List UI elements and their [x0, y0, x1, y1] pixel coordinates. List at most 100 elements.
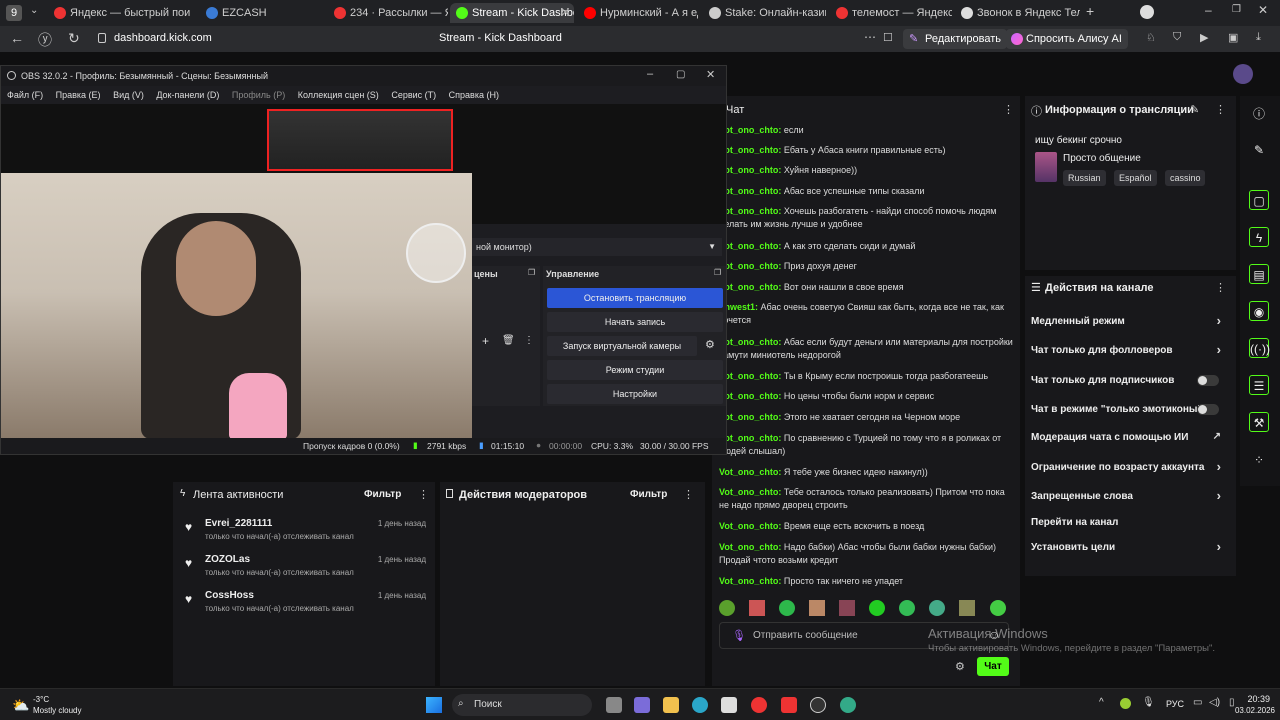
emote-icon[interactable] [929, 600, 945, 616]
obs-menu-edit[interactable]: Правка (E) [56, 90, 101, 100]
weather-icon[interactable]: ⛅ [12, 697, 29, 714]
chat-username[interactable]: Vot_ono_chto: [719, 371, 781, 381]
volume-icon[interactable]: ◁) [1209, 697, 1220, 708]
frame-icon[interactable]: ▢ [1249, 190, 1269, 210]
close-icon[interactable]: ✕ [1258, 3, 1268, 17]
info-icon[interactable]: ⓘ [1249, 104, 1269, 124]
teams-icon[interactable] [634, 697, 650, 713]
yandex-icon[interactable] [781, 697, 797, 713]
emote-icon[interactable] [899, 600, 915, 616]
moderator-menu-icon[interactable]: ⋮ [683, 488, 694, 501]
edge-icon[interactable] [692, 697, 708, 713]
chat-username[interactable]: Vot_ono_chto: [719, 125, 781, 135]
activity-username[interactable]: ZOZOLas [205, 554, 250, 565]
minimize-icon[interactable]: – [647, 68, 653, 80]
channel-action-item[interactable]: Чат только для подписчиков [1031, 375, 1231, 386]
url-field[interactable]: dashboard.kick.com [114, 32, 212, 44]
chat-username[interactable]: Vot_ono_chto: [719, 433, 781, 443]
apps-icon[interactable]: ⁘ [1249, 450, 1269, 470]
avatar[interactable] [1233, 64, 1253, 84]
list-icon[interactable]: ☰ [1249, 375, 1269, 395]
folder-icon[interactable] [663, 697, 679, 713]
browser-tab[interactable]: EZCASH [200, 3, 325, 23]
start-record-button[interactable]: Начать запись [547, 312, 723, 332]
chat-send-button[interactable]: Чат [977, 657, 1009, 676]
channel-action-item[interactable]: Чат только для фолловеров › [1031, 342, 1231, 357]
chat-username[interactable]: Vot_ono_chto: [719, 186, 781, 196]
virtual-cam-button[interactable]: Запуск виртуальной камеры [547, 336, 697, 356]
chat-bubble-icon[interactable]: ◉ [1249, 301, 1269, 321]
shield-icon[interactable]: ⛉ [1173, 31, 1181, 44]
channel-action-item[interactable]: Перейти на канал [1031, 517, 1231, 528]
chat-username[interactable]: Vot_ono_chto: [719, 521, 781, 531]
profile-icon[interactable] [1140, 5, 1154, 19]
maximize-icon[interactable]: ❐ [1232, 4, 1241, 15]
activity-menu-icon[interactable]: ⋮ [418, 488, 429, 501]
close-icon[interactable]: ✕ [706, 68, 715, 81]
edit-icon[interactable]: ✎ [1190, 103, 1199, 116]
chat-username[interactable]: Vot_ono_chto: [719, 487, 781, 497]
channel-action-item[interactable]: Ограничение по возрасту аккаунта › [1031, 459, 1231, 474]
gear-icon[interactable]: ⚙ [955, 660, 965, 673]
activity-filter-button[interactable]: Фильтр [364, 489, 401, 500]
mic-icon[interactable]: 🎙 [1142, 697, 1155, 708]
channel-action-item[interactable]: Медленный режим › [1031, 313, 1231, 328]
stream-info-menu-icon[interactable]: ⋮ [1215, 103, 1226, 116]
language[interactable]: РУС [1166, 699, 1184, 709]
gear-icon[interactable]: ⚙ [705, 338, 715, 351]
chat-menu-icon[interactable]: ⋮ [1003, 103, 1014, 116]
moderator-filter-button[interactable]: Фильтр [630, 489, 667, 500]
sidebar-icon[interactable]: ▶ [1200, 31, 1208, 44]
chat-username[interactable]: Vot_ono_chto: [719, 412, 781, 422]
chat-username[interactable]: Vot_ono_chto: [719, 542, 781, 552]
wrench-icon[interactable]: ⚒ [1249, 412, 1269, 432]
browser-tab[interactable]: Нурминский - А я еду [578, 3, 698, 23]
obs-menu-tools[interactable]: Сервис (T) [391, 90, 436, 100]
collections-icon[interactable]: ▣ [1228, 31, 1238, 44]
back-icon[interactable]: ← [10, 30, 24, 46]
reload-icon[interactable]: ↻ [68, 30, 80, 47]
download-icon[interactable]: ⤓ [1256, 31, 1261, 44]
more-icon[interactable]: ⋮ [524, 335, 534, 346]
channel-action-item[interactable]: Установить цели › [1031, 539, 1231, 554]
emote-icon[interactable] [990, 600, 1006, 616]
browser-tab[interactable]: Stream - Kick Dashbo ✕ [450, 3, 574, 23]
chat-username[interactable]: Vot_ono_chto: [719, 206, 781, 216]
start-icon[interactable] [426, 697, 442, 713]
clock-date[interactable]: 03.02.2026 [1220, 706, 1275, 715]
obs-menu-help[interactable]: Справка (H) [449, 90, 499, 100]
mic-icon[interactable]: 🎙 [732, 629, 746, 642]
browser-tab[interactable]: Stake: Онлайн-казино и [703, 3, 826, 23]
channel-action-item[interactable]: Чат в режиме "только эмотиконы" [1031, 404, 1231, 415]
edit-button[interactable]: ✎ Редактировать [903, 29, 1007, 49]
toggle-switch[interactable] [1197, 375, 1219, 386]
chat-username[interactable]: Vot_ono_chto: [719, 467, 781, 477]
chat-username[interactable]: Vot_ono_chto: [719, 241, 781, 251]
channel-actions-menu-icon[interactable]: ⋮ [1215, 281, 1226, 294]
emote-icon[interactable] [779, 600, 795, 616]
chat-username[interactable]: Vot_ono_chto: [719, 391, 781, 401]
channel-action-item[interactable]: Модерация чата с помощью ИИ ↗ [1031, 431, 1231, 443]
obs-menu-scenes[interactable]: Коллекция сцен (S) [298, 90, 379, 100]
chat-username[interactable]: Vot_ono_chto: [719, 145, 781, 155]
monitor-select[interactable]: ной монитор) ▼ [472, 238, 722, 256]
chevron-down-icon[interactable]: ⌄ [30, 5, 38, 16]
studio-mode-button[interactable]: Режим студии [547, 360, 723, 380]
obs-menu-view[interactable]: Вид (V) [113, 90, 144, 100]
chat-username[interactable]: Vot_ono_chto: [719, 576, 781, 586]
extension-icon[interactable]: ♘ [1146, 31, 1156, 44]
tag[interactable]: cassino [1164, 170, 1206, 186]
chevron-up-icon[interactable]: ^ [1099, 697, 1104, 708]
browser-tab[interactable]: 234 · Рассылки — Яндек [328, 3, 448, 23]
add-icon[interactable]: + [482, 334, 489, 348]
alice-button[interactable]: Спросить Алису AI [1006, 29, 1128, 49]
chat-username[interactable]: Vot_ono_chto: [719, 165, 781, 175]
obs-menu-docks[interactable]: Док-панели (D) [156, 90, 219, 100]
obs-icon[interactable] [810, 697, 826, 713]
settings-button[interactable]: Настройки [547, 384, 723, 404]
browser-menu-icon[interactable]: 9 [6, 5, 22, 21]
browser-tab[interactable]: Звонок в Яндекс Телем [955, 3, 1080, 23]
tray-app-icon[interactable] [1120, 698, 1131, 709]
stop-stream-button[interactable]: Остановить трансляцию [547, 288, 723, 308]
browser-tab[interactable]: Яндекс — быстрый пои [48, 3, 196, 23]
